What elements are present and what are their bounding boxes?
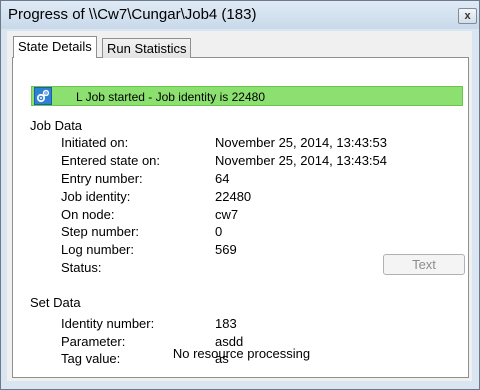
progress-window: Progress of \\Cw7\Cungar\Job4 (183) x St… <box>0 0 480 390</box>
initiated-on-label: Initiated on: <box>61 135 129 150</box>
text-button-label: Text <box>412 257 436 272</box>
job-identity-value: 22480 <box>215 189 252 204</box>
client-area: State Details Run Statistics L Job start… <box>7 31 472 381</box>
text-button[interactable]: Text <box>383 254 465 275</box>
log-number-label: Log number: <box>61 242 134 257</box>
close-button[interactable]: x <box>458 8 477 24</box>
tab-label: State Details <box>18 39 92 54</box>
banner-text: L Job started - Job identity is 22480 <box>76 90 265 104</box>
close-icon: x <box>464 9 471 22</box>
initiated-on-value: November 25, 2014, 13:43:53 <box>215 135 388 150</box>
tab-run-statistics[interactable]: Run Statistics <box>102 38 192 58</box>
title-bar[interactable]: Progress of \\Cw7\Cungar\Job4 (183) x <box>1 1 479 29</box>
log-number-value: 569 <box>215 242 237 257</box>
resource-status-text: No resource processing <box>172 346 311 361</box>
window-title: Progress of \\Cw7\Cungar\Job4 (183) <box>8 6 257 23</box>
status-label: Status: <box>61 260 102 275</box>
entry-number-value: 64 <box>215 171 230 186</box>
state-details-panel: L Job started - Job identity is 22480 Jo… <box>12 57 469 378</box>
entry-number-label: Entry number: <box>61 171 143 186</box>
job-data-heading: Job Data <box>30 118 83 133</box>
entered-state-label: Entered state on: <box>61 153 161 168</box>
job-identity-label: Job identity: <box>61 189 131 204</box>
entered-state-value: November 25, 2014, 13:43:54 <box>215 153 388 168</box>
on-node-value: cw7 <box>215 207 239 222</box>
status-banner: L Job started - Job identity is 22480 <box>31 86 463 106</box>
identity-number-label: Identity number: <box>61 316 155 331</box>
step-number-value: 0 <box>215 224 223 239</box>
tab-label: Run Statistics <box>107 41 187 56</box>
step-number-label: Step number: <box>61 224 140 239</box>
set-data-heading: Set Data <box>30 295 81 310</box>
gears-icon <box>34 87 52 105</box>
identity-number-value: 183 <box>215 316 237 331</box>
on-node-label: On node: <box>61 207 115 222</box>
tab-state-details[interactable]: State Details <box>13 36 97 58</box>
